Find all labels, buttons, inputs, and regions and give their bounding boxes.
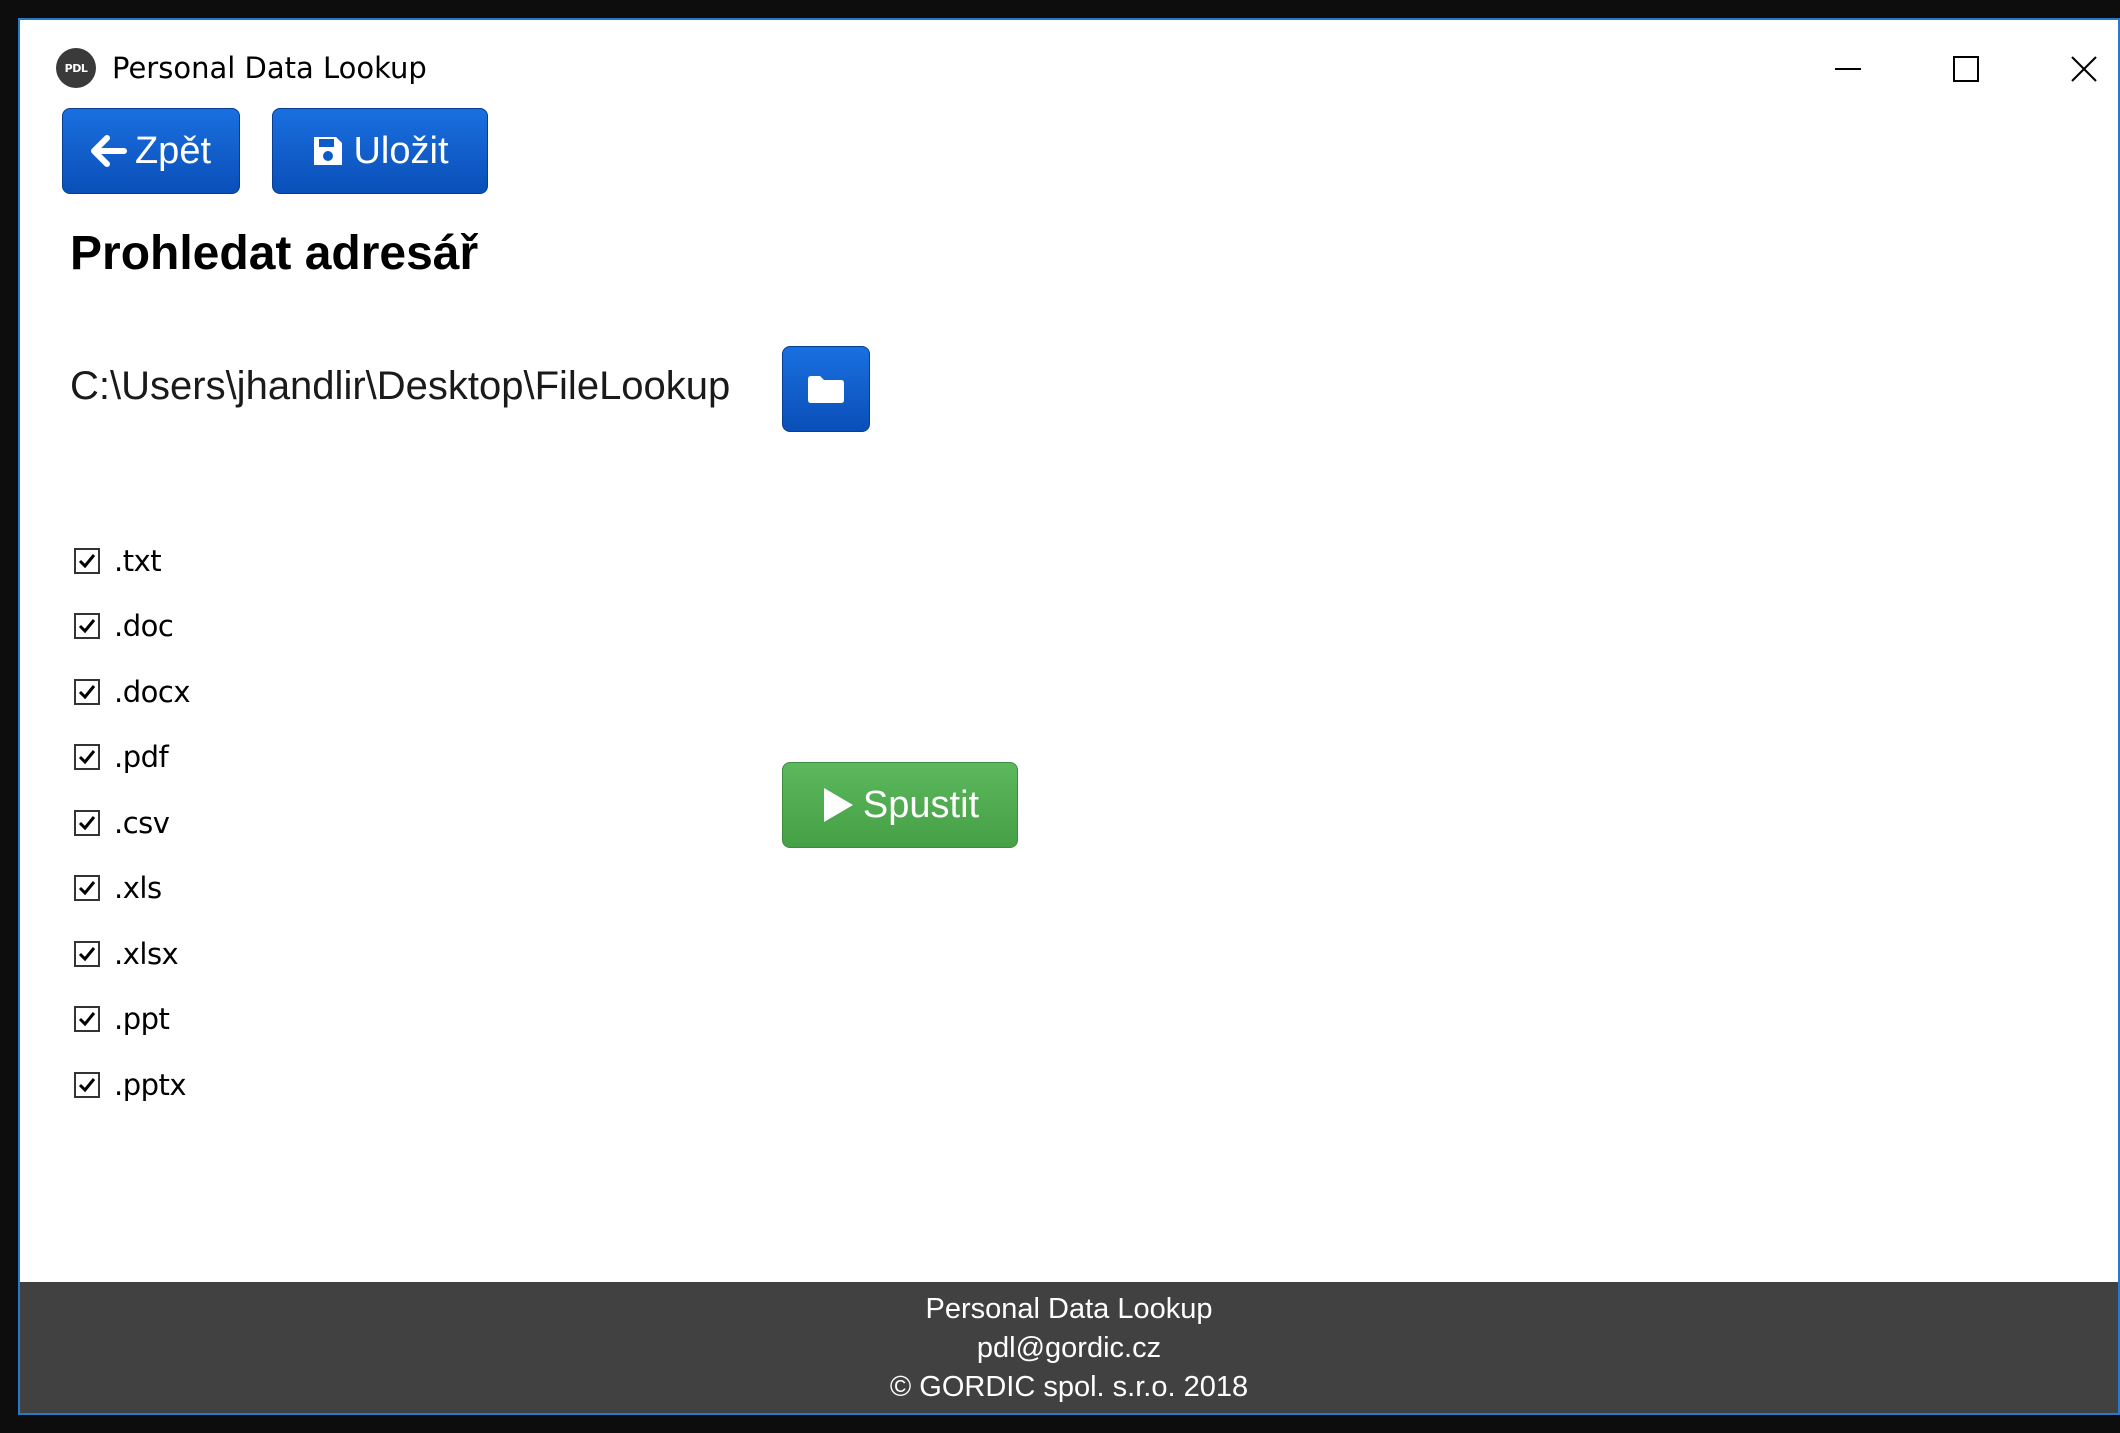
extension-label: .xls — [114, 871, 162, 906]
checkmark-icon — [78, 1012, 96, 1027]
checkmark-icon — [78, 553, 96, 568]
extension-checkbox[interactable] — [74, 875, 100, 902]
extension-checkbox[interactable] — [74, 1006, 100, 1033]
extension-list: .txt .doc .docx .pdf .csv .xls .xlsx .ppt .pptx — [74, 528, 190, 1118]
floppy-disk-icon — [311, 134, 345, 168]
app-logo-icon: PDL — [56, 48, 96, 88]
footer-email: pdl@gordic.cz — [976, 1332, 1162, 1364]
footer-app-name: Personal Data Lookup — [925, 1293, 1213, 1325]
run-button-label: Spustit — [862, 783, 980, 826]
checkmark-icon — [78, 815, 96, 830]
extension-checkbox[interactable] — [74, 613, 100, 640]
extension-item[interactable]: .pptx — [74, 1052, 190, 1118]
checkmark-icon — [78, 619, 96, 634]
extension-item[interactable]: .xlsx — [74, 921, 190, 987]
footer-copyright: © GORDIC spol. s.r.o. 2018 — [889, 1371, 1249, 1403]
folder-path-text: C:\Users\jhandlir\Desktop\FileLookup — [70, 364, 731, 408]
extension-item[interactable]: .txt — [74, 528, 190, 594]
minimize-button[interactable] — [1790, 38, 1906, 100]
checkmark-icon — [78, 946, 96, 961]
extension-label: .csv — [114, 805, 170, 840]
extension-checkbox[interactable] — [74, 678, 100, 705]
extension-checkbox[interactable] — [74, 940, 100, 967]
close-button[interactable] — [2026, 38, 2118, 100]
extension-item[interactable]: .xls — [74, 856, 190, 922]
extension-checkbox[interactable] — [74, 1071, 100, 1098]
extension-checkbox[interactable] — [74, 547, 100, 574]
minimize-icon — [1835, 68, 1861, 70]
arrow-left-icon — [90, 135, 127, 167]
maximize-button[interactable] — [1908, 38, 2024, 100]
extension-label: .txt — [114, 543, 162, 578]
extension-item[interactable]: .ppt — [74, 987, 190, 1053]
extension-checkbox[interactable] — [74, 809, 100, 836]
extension-item[interactable]: .pdf — [74, 725, 190, 791]
checkmark-icon — [78, 881, 96, 896]
back-button[interactable]: Zpět — [62, 108, 240, 194]
save-button-label: Uložit — [353, 129, 449, 172]
checkmark-icon — [78, 750, 96, 765]
footer: Personal Data Lookup pdl@gordic.cz © GOR… — [20, 1282, 2118, 1413]
close-icon — [2071, 56, 2097, 82]
folder-icon — [806, 373, 846, 405]
back-button-label: Zpět — [134, 129, 212, 172]
extension-label: .ppt — [114, 1002, 170, 1037]
extension-checkbox[interactable] — [74, 744, 100, 771]
extension-item[interactable]: .csv — [74, 790, 190, 856]
checkmark-icon — [78, 1077, 96, 1092]
maximize-icon — [1953, 56, 1979, 82]
save-button[interactable]: Uložit — [272, 108, 488, 194]
extension-label: .pptx — [114, 1067, 187, 1102]
browse-folder-button[interactable] — [782, 346, 870, 432]
extension-label: .pdf — [114, 740, 169, 775]
extension-item[interactable]: .doc — [74, 594, 190, 660]
run-button[interactable]: Spustit — [782, 762, 1018, 848]
checkmark-icon — [78, 684, 96, 699]
extension-item[interactable]: .docx — [74, 659, 190, 725]
play-icon — [821, 786, 855, 824]
extension-label: .doc — [114, 609, 174, 644]
page-title: Prohledat adresář — [70, 227, 479, 280]
window-title: Personal Data Lookup — [112, 51, 427, 85]
extension-label: .xlsx — [114, 936, 179, 971]
app-window: PDL Personal Data Lookup Zpět Uložit Pro… — [18, 18, 2120, 1415]
extension-label: .docx — [114, 674, 190, 709]
title-bar[interactable]: PDL Personal Data Lookup — [20, 20, 2118, 90]
